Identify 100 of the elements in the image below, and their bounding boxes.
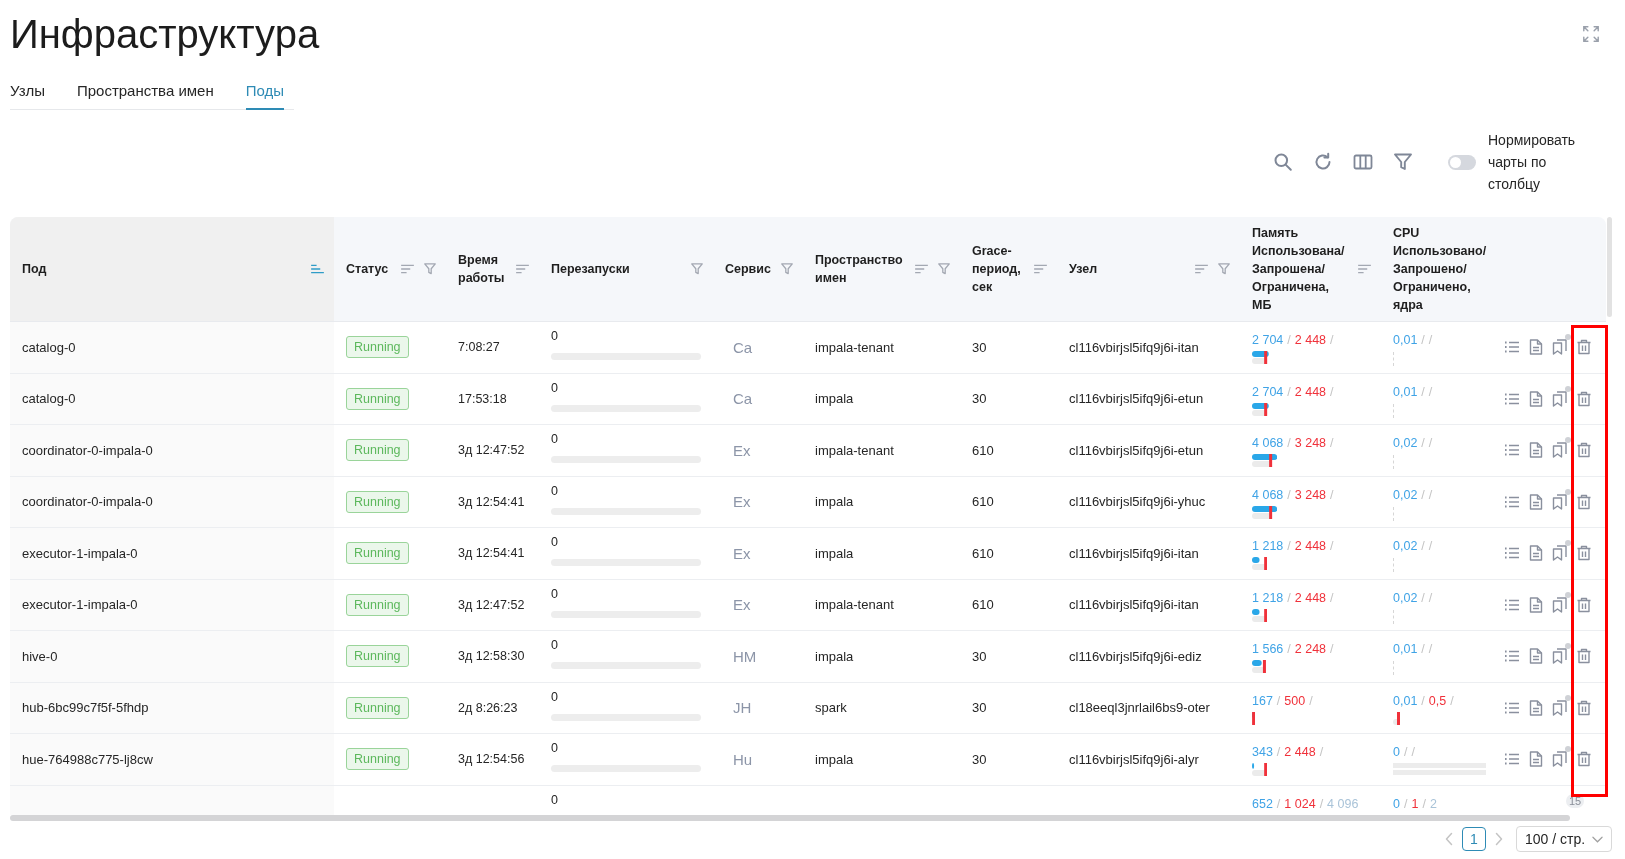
sort-icon[interactable] bbox=[311, 264, 324, 274]
service-abbreviation: Ex bbox=[732, 544, 751, 562]
normalize-toggle[interactable] bbox=[1448, 154, 1476, 170]
pod-name: catalog-0 bbox=[22, 339, 76, 355]
trash-icon[interactable] bbox=[1576, 596, 1592, 613]
status-badge: Running bbox=[346, 490, 409, 513]
tab[interactable]: Узлы bbox=[10, 74, 45, 110]
trash-icon[interactable] bbox=[1576, 442, 1592, 459]
document-icon[interactable] bbox=[1528, 442, 1544, 459]
namespace-text: impala bbox=[815, 648, 854, 664]
pod-name: hub-6bc99c7f5f-5fhdp bbox=[22, 700, 149, 716]
grace-period-text: 610 bbox=[972, 442, 994, 458]
cpu-zero-tick bbox=[1393, 609, 1394, 624]
document-icon[interactable] bbox=[1528, 339, 1544, 356]
bookmarks-icon[interactable] bbox=[1552, 493, 1568, 510]
uptime-text: 3д 12:54:41 bbox=[458, 546, 525, 561]
sort-icon[interactable] bbox=[1358, 264, 1371, 274]
bookmarks-icon[interactable] bbox=[1552, 699, 1568, 716]
filter-icon[interactable] bbox=[1218, 263, 1230, 275]
sort-icon[interactable] bbox=[915, 264, 928, 274]
column-subheader: Использована/Запрошена/Ограничена, МБ bbox=[1252, 243, 1346, 314]
trash-icon[interactable] bbox=[1576, 339, 1592, 356]
trash-icon[interactable] bbox=[1576, 648, 1592, 665]
filter-icon[interactable] bbox=[691, 263, 703, 275]
restarts-count: 0 bbox=[551, 329, 558, 343]
bookmarks-icon[interactable] bbox=[1552, 596, 1568, 613]
chevron-down-icon bbox=[1592, 835, 1603, 843]
page-size-select[interactable]: 100 / стр. bbox=[1516, 826, 1612, 852]
memory-usage-chart bbox=[1252, 608, 1268, 622]
memory-usage-chart bbox=[1252, 402, 1269, 416]
bookmarks-icon[interactable] bbox=[1552, 751, 1568, 768]
grace-period-text: 30 bbox=[972, 648, 987, 664]
trash-icon[interactable] bbox=[1576, 545, 1592, 562]
restarts-count: 0 bbox=[551, 483, 558, 498]
sort-icon[interactable] bbox=[1195, 264, 1208, 274]
status-badge: Running bbox=[346, 336, 409, 359]
tab[interactable]: Поды bbox=[245, 74, 285, 110]
cpu-reading: 0 / 1 / 2 bbox=[1393, 795, 1437, 812]
bookmarks-icon[interactable] bbox=[1552, 442, 1568, 459]
tab[interactable]: Пространства имен bbox=[76, 74, 214, 110]
cpu-reading: 0,01 / / bbox=[1393, 641, 1433, 657]
document-icon[interactable] bbox=[1528, 648, 1544, 665]
restarts-count: 0 bbox=[551, 535, 558, 549]
horizontal-scrollbar[interactable] bbox=[10, 815, 1570, 821]
grace-period-text: 30 bbox=[972, 391, 987, 407]
vertical-scrollbar[interactable] bbox=[1607, 217, 1612, 317]
uptime-text: 3д 12:47:52 bbox=[458, 443, 525, 458]
page-button[interactable]: 1 bbox=[1462, 827, 1486, 851]
status-badge: Running bbox=[346, 593, 409, 616]
page-title: Инфраструктура bbox=[10, 11, 320, 58]
document-icon[interactable] bbox=[1528, 493, 1544, 510]
filter-icon[interactable] bbox=[1393, 152, 1413, 172]
pod-name: hue-764988c775-lj8cw bbox=[22, 751, 153, 767]
document-icon[interactable] bbox=[1528, 390, 1544, 407]
memory-reading: 343 / 2 448 / bbox=[1252, 744, 1324, 760]
document-icon[interactable] bbox=[1528, 751, 1544, 768]
status-badge: Running bbox=[346, 645, 409, 668]
uptime-text: 3д 12:54:41 bbox=[458, 494, 525, 509]
column-header: Под bbox=[22, 261, 47, 278]
refresh-icon[interactable] bbox=[1313, 152, 1333, 172]
status-badge: Running bbox=[346, 696, 409, 719]
cpu-zero-tick bbox=[1393, 558, 1394, 572]
filter-icon[interactable] bbox=[781, 263, 793, 275]
bookmarks-icon[interactable] bbox=[1552, 390, 1568, 407]
fullscreen-icon[interactable] bbox=[1582, 25, 1600, 43]
restarts-count: 0 bbox=[551, 638, 558, 652]
filter-icon[interactable] bbox=[938, 263, 950, 275]
namespace-text: impala bbox=[815, 391, 854, 407]
pod-name: executor-1-impala-0 bbox=[22, 597, 138, 613]
node-name: cl116vbirjsl5ifq9j6i-etun bbox=[1069, 391, 1204, 407]
columns-icon[interactable] bbox=[1353, 152, 1373, 172]
bookmarks-icon[interactable] bbox=[1552, 339, 1568, 356]
bookmarks-icon[interactable] bbox=[1552, 545, 1568, 562]
uptime-text: 3д 12:58:30 bbox=[458, 649, 525, 664]
sort-icon[interactable] bbox=[516, 264, 529, 274]
bookmarks-icon[interactable] bbox=[1552, 648, 1568, 665]
memory-reading: 4 068 / 3 248 / bbox=[1252, 486, 1334, 503]
status-badge: Running bbox=[346, 542, 409, 565]
namespace-text: impala-tenant bbox=[815, 442, 894, 458]
service-abbreviation: Ex bbox=[732, 596, 751, 614]
cpu-reading: 0,01 / / bbox=[1393, 332, 1433, 348]
filter-icon[interactable] bbox=[424, 263, 436, 275]
badge-dot-icon bbox=[1565, 488, 1571, 495]
search-icon[interactable] bbox=[1273, 152, 1293, 172]
namespace-text: impala bbox=[815, 545, 854, 561]
document-icon[interactable] bbox=[1528, 545, 1544, 562]
trash-icon[interactable] bbox=[1576, 751, 1592, 768]
trash-icon[interactable] bbox=[1576, 493, 1592, 510]
memory-usage-chart bbox=[1252, 454, 1278, 467]
document-icon[interactable] bbox=[1528, 699, 1544, 716]
trash-icon[interactable] bbox=[1576, 390, 1592, 407]
uptime-text: 3д 12:47:52 bbox=[458, 597, 525, 612]
status-badge: Running bbox=[346, 439, 409, 462]
memory-reading: 2 704 / 2 448 / bbox=[1252, 332, 1334, 348]
namespace-text: impala bbox=[815, 494, 854, 510]
restarts-count: 0 bbox=[551, 792, 558, 807]
sort-icon[interactable] bbox=[1034, 264, 1047, 274]
document-icon[interactable] bbox=[1528, 596, 1544, 613]
sort-icon[interactable] bbox=[401, 264, 414, 274]
trash-icon[interactable] bbox=[1576, 699, 1592, 716]
